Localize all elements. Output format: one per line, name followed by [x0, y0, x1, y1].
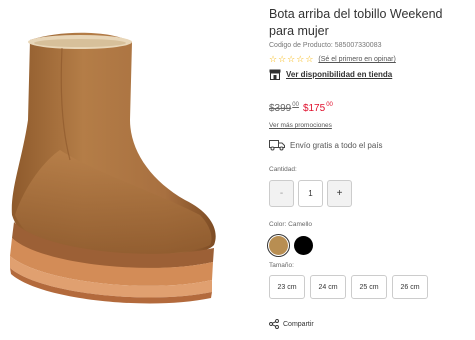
- star-outline-icon[interactable]: ☆: [269, 55, 277, 64]
- store-icon: [269, 69, 281, 80]
- free-shipping-row: Envío gratis a todo el país: [269, 139, 383, 151]
- share-label: Compartir: [283, 320, 314, 328]
- size-option-23[interactable]: 23 cm: [269, 275, 305, 299]
- color-swatch-black[interactable]: [294, 236, 313, 255]
- store-availability-link[interactable]: Ver disponibilidad en tienda: [286, 70, 392, 79]
- size-option-25[interactable]: 25 cm: [351, 275, 387, 299]
- share-icon: [269, 319, 279, 329]
- product-title: Bota arriba del tobillo Weekend para muj…: [269, 7, 443, 38]
- quantity-input[interactable]: 1: [298, 180, 323, 207]
- star-outline-icon[interactable]: ☆: [287, 55, 295, 64]
- quantity-increase-button[interactable]: +: [327, 180, 352, 207]
- store-availability-row[interactable]: Ver disponibilidad en tienda: [269, 69, 392, 80]
- product-image[interactable]: [0, 0, 262, 340]
- sale-price: $17500: [302, 102, 333, 114]
- price-block: $39900 $17500: [269, 102, 333, 114]
- size-options: 23 cm 24 cm 25 cm 26 cm: [269, 275, 428, 299]
- color-swatch-camel[interactable]: [267, 234, 290, 257]
- quantity-stepper: - 1 +: [269, 180, 352, 207]
- share-button[interactable]: Compartir: [269, 319, 314, 329]
- rating-row: ☆ ☆ ☆ ☆ ☆ (Sé el primero en opinar): [269, 55, 396, 64]
- star-rating[interactable]: ☆ ☆ ☆ ☆ ☆: [269, 55, 313, 64]
- write-review-link[interactable]: (Sé el primero en opinar): [318, 56, 395, 63]
- free-shipping-text: Envío gratis a todo el país: [290, 140, 383, 150]
- color-swatches: [267, 234, 313, 257]
- star-outline-icon[interactable]: ☆: [278, 55, 286, 64]
- size-option-24[interactable]: 24 cm: [310, 275, 346, 299]
- size-label: Tamaño:: [269, 262, 294, 269]
- truck-icon: [269, 140, 285, 151]
- star-outline-icon[interactable]: ☆: [305, 55, 313, 64]
- size-option-26[interactable]: 26 cm: [392, 275, 428, 299]
- original-price: $39900: [269, 102, 299, 114]
- star-outline-icon[interactable]: ☆: [296, 55, 304, 64]
- more-promotions-link[interactable]: Ver más promociones: [269, 122, 332, 129]
- quantity-decrease-button[interactable]: -: [269, 180, 294, 207]
- quantity-label: Cantidad:: [269, 166, 297, 173]
- boot-illustration: [10, 32, 216, 304]
- product-sku: Codigo de Producto: 585007330083: [269, 42, 382, 49]
- color-label: Color: Camello: [269, 221, 312, 228]
